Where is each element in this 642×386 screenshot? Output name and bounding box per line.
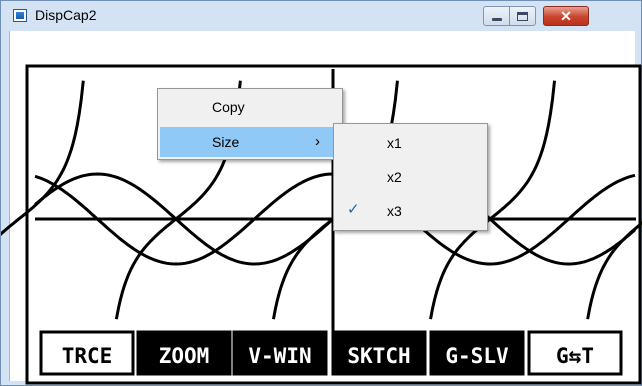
- function-key-4[interactable]: SKTCH: [331, 330, 427, 376]
- menu-item-label: Copy: [212, 99, 245, 115]
- submenu-item-label: x2: [387, 169, 402, 185]
- function-key-3[interactable]: V-WIN: [232, 330, 328, 376]
- function-key-label: G-SLV: [445, 344, 509, 368]
- submenu-item-label: x1: [387, 135, 402, 151]
- submenu-arrow-icon: ›: [315, 133, 320, 150]
- function-key-label: SKTCH: [347, 344, 410, 368]
- menu-item-size[interactable]: Size ›: [160, 127, 340, 157]
- submenu-item-label: x3: [387, 203, 402, 219]
- function-key-2[interactable]: ZOOM: [136, 330, 232, 376]
- function-key-5[interactable]: G-SLV: [429, 330, 525, 376]
- function-key-label: G⇆T: [556, 344, 594, 368]
- menu-item-label: Size: [212, 134, 240, 150]
- context-menu: Copy Size ›: [157, 88, 343, 160]
- menu-item-copy[interactable]: Copy: [160, 92, 340, 122]
- submenu-item-x3[interactable]: ✓ x3: [336, 194, 485, 228]
- function-key-1[interactable]: TRCE: [39, 330, 135, 376]
- app-window: DispCap2 ✕ TRCE ZOOM V-WIN SKTCH G-SLV G⇆T Co…: [0, 0, 642, 386]
- submenu-item-x1[interactable]: x1: [336, 126, 485, 160]
- function-key-label: ZOOM: [159, 344, 210, 368]
- checkmark-icon: ✓: [347, 201, 360, 218]
- size-submenu: x1 x2 ✓ x3: [333, 123, 488, 231]
- submenu-item-x2[interactable]: x2: [336, 160, 485, 194]
- function-key-label: V-WIN: [248, 344, 311, 368]
- calculator-display: TRCE ZOOM V-WIN SKTCH G-SLV G⇆T: [1, 64, 642, 385]
- function-key-label: TRCE: [62, 344, 113, 368]
- function-key-6[interactable]: G⇆T: [527, 330, 623, 376]
